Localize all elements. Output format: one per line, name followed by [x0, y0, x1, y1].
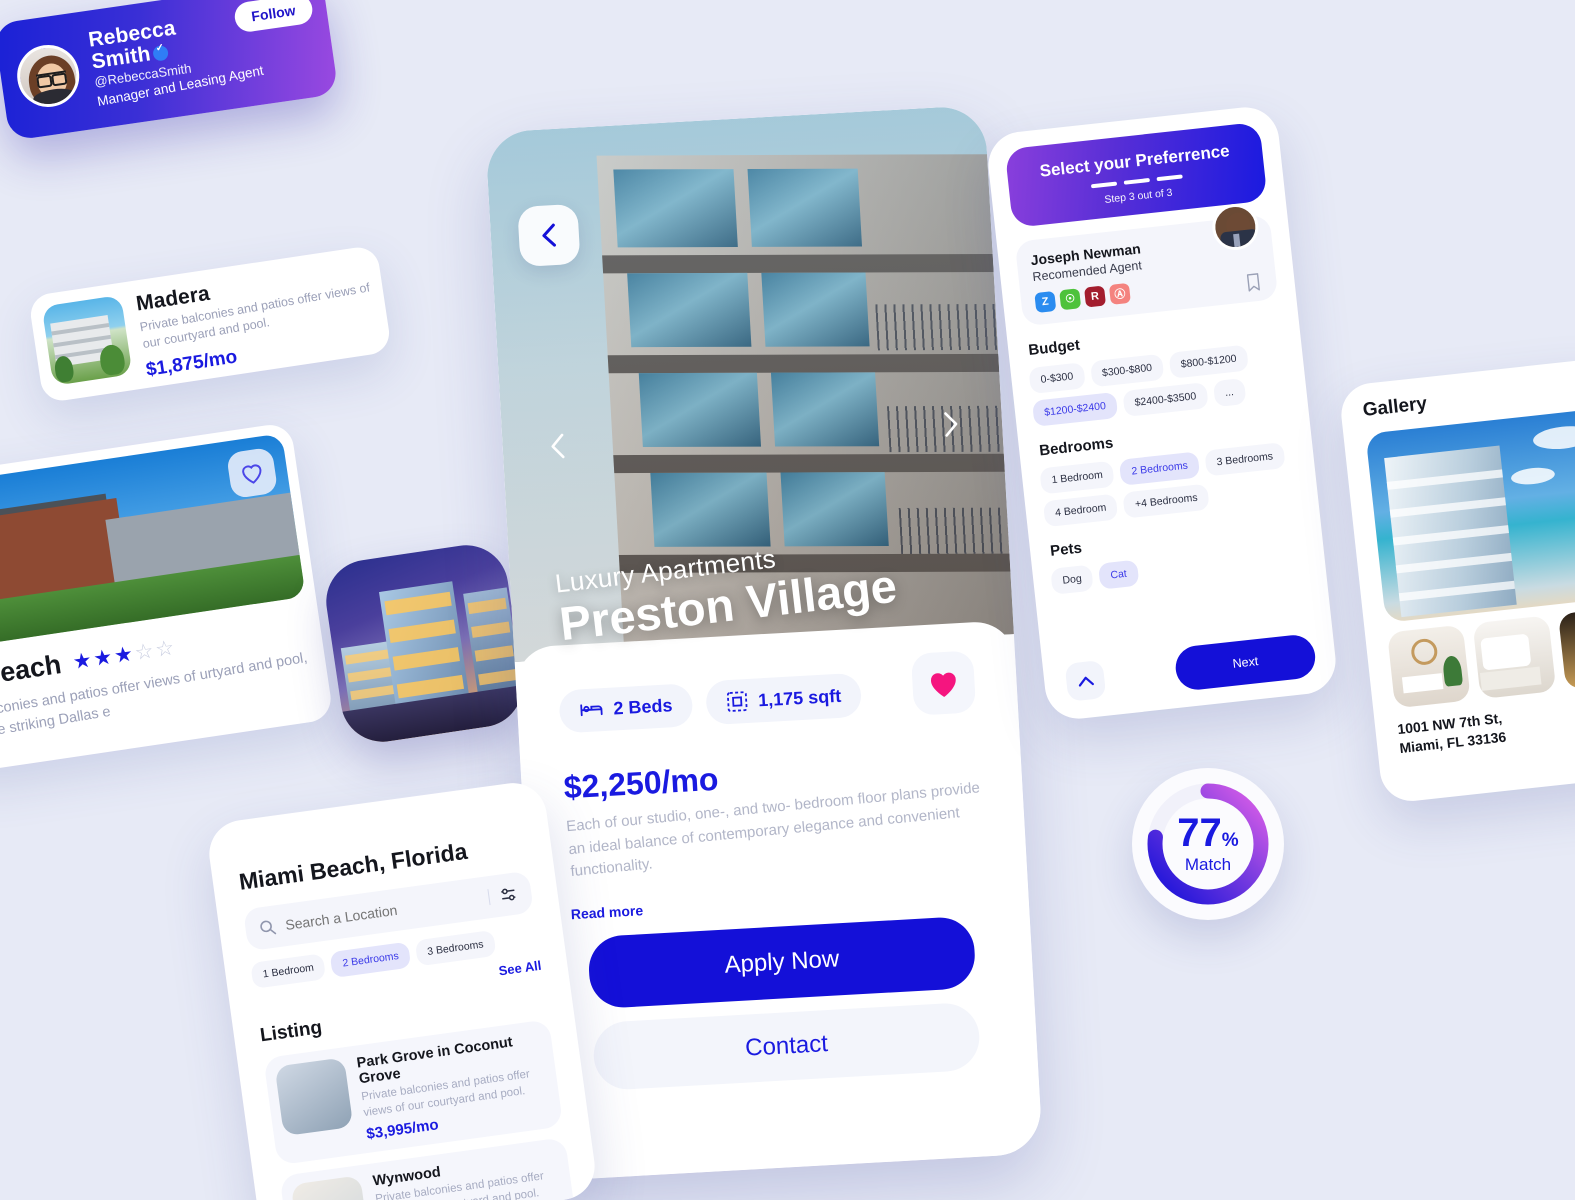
next-button[interactable]: Next	[1173, 633, 1318, 692]
budget-chip-3[interactable]: $1200-$2400	[1031, 391, 1119, 427]
preference-title: Select your Preferrence	[1038, 141, 1231, 181]
budget-chip-0[interactable]: 0-$300	[1028, 361, 1086, 394]
apply-now-button[interactable]: Apply Now	[587, 915, 977, 1009]
app-icon-tile[interactable]	[320, 539, 529, 748]
detail-sheet: 2 Beds 1,175 sqft $2,250/mo Each of our …	[513, 620, 1043, 1182]
search-bedroom-chip-0[interactable]: 1 Bedroom	[250, 953, 327, 989]
bed-icon	[580, 704, 603, 717]
search-input[interactable]	[284, 890, 480, 933]
chevron-right-icon	[944, 412, 958, 437]
match-ring-text: 77% Match	[1177, 813, 1238, 875]
listing-text: Park Grove in Coconut Grove Private balco…	[356, 1030, 552, 1142]
back-button[interactable]	[517, 203, 581, 267]
star-3[interactable]: ★	[112, 642, 134, 668]
star-1[interactable]: ★	[71, 649, 93, 675]
search-icon	[260, 920, 277, 935]
madera-listing-card[interactable]: Madera Private balconies and patios offe…	[27, 244, 393, 404]
step-text: Step 3 out of 3	[1103, 186, 1174, 206]
chevron-left-icon	[551, 433, 565, 459]
interior-thumb[interactable]	[1558, 605, 1575, 690]
beach-listing-card[interactable]: kBeach ★★★☆☆ e balconies and patios offe…	[0, 421, 334, 775]
bedroom-chip-2[interactable]: 3 Bedrooms	[1204, 441, 1286, 477]
listing-text: Wynwood Private balconies and patios offe…	[372, 1148, 566, 1200]
search-listing-phone: Miami Beach, Florida 1 Bedroom2 Bedrooms…	[205, 778, 599, 1200]
bedroom-thumb[interactable]	[1472, 615, 1557, 700]
heart-outline-icon[interactable]	[225, 446, 279, 500]
beach-title: kBeach	[0, 649, 64, 693]
gallery-hero-photo[interactable]	[1365, 408, 1575, 623]
carousel-prev-button[interactable]	[540, 428, 576, 464]
budget-chip-1[interactable]: $300-$800	[1089, 353, 1165, 387]
bedroom-chip-0[interactable]: 1 Bedroom	[1039, 460, 1115, 494]
match-ring-widget: 77% Match	[1132, 768, 1284, 920]
trulia-badge[interactable]: ☉	[1059, 287, 1082, 310]
app-showcase-canvas: Rebecca Smith @RebeccaSmith Manager and …	[0, 0, 1575, 1200]
area-icon	[726, 691, 748, 712]
bookmark-icon[interactable]	[1245, 272, 1261, 292]
bedroom-chip-3[interactable]: 4 Bedroom	[1042, 492, 1119, 527]
agent-profile-card: Rebecca Smith @RebeccaSmith Manager and …	[0, 0, 339, 142]
match-value: 77	[1177, 811, 1222, 855]
carousel-next-button[interactable]	[933, 406, 969, 442]
bedroom-chip-1[interactable]: 2 Bedrooms	[1119, 450, 1201, 486]
bedroom-chip-4[interactable]: +4 Bedrooms	[1122, 483, 1210, 519]
budget-chip-4[interactable]: $2400-$3500	[1122, 381, 1209, 417]
match-label: Match	[1184, 855, 1232, 874]
verified-badge-icon	[152, 44, 170, 62]
budget-chip-2[interactable]: $800-$1200	[1168, 344, 1249, 379]
read-more-link[interactable]: Read more	[570, 902, 643, 922]
pet-chip-1[interactable]: Cat	[1098, 559, 1140, 590]
collapse-button[interactable]	[1064, 659, 1107, 702]
star-2[interactable]: ★	[92, 645, 114, 671]
recommended-agent-card[interactable]: Joseph Newman Recomended Agent Z ☉ R Ⓐ	[1014, 201, 1279, 326]
area-label: 1,175 sqft	[757, 685, 842, 710]
star-4[interactable]: ☆	[133, 639, 155, 665]
search-bedroom-chip-2[interactable]: 3 Bedrooms	[414, 929, 497, 967]
madera-text: Madera Private balconies and patios offe…	[135, 258, 380, 381]
beach-photo	[0, 433, 306, 650]
beds-label: 2 Beds	[612, 694, 673, 718]
listing-thumbnail	[274, 1057, 354, 1137]
percent-symbol: %	[1221, 830, 1239, 851]
chevron-left-icon	[542, 223, 556, 247]
rating-stars: ★ ★ ★ ☆ ☆	[71, 636, 176, 675]
heart-filled-icon[interactable]	[910, 650, 977, 716]
realtor-badge[interactable]: R	[1083, 285, 1106, 308]
listing-thumbnail	[290, 1174, 370, 1200]
search-bedroom-chip-1[interactable]: 2 Bedrooms	[329, 941, 412, 979]
avatar	[13, 40, 84, 112]
listing-items: Park Grove in Coconut Grove Private balco…	[263, 1019, 577, 1200]
filter-icon[interactable]	[487, 885, 519, 906]
contact-button[interactable]: Contact	[591, 1001, 982, 1091]
pet-chip-0[interactable]: Dog	[1050, 564, 1094, 595]
area-chip[interactable]: 1,175 sqft	[705, 672, 863, 726]
budget-chip-5[interactable]: ...	[1212, 377, 1247, 407]
chevron-up-icon	[1078, 676, 1094, 687]
bathroom-thumb[interactable]	[1387, 624, 1471, 709]
beds-chip[interactable]: 2 Beds	[558, 682, 694, 733]
gallery-thumbs	[1387, 604, 1575, 709]
airbnb-badge[interactable]: Ⓐ	[1108, 282, 1131, 305]
zillow-badge[interactable]: Z	[1034, 290, 1057, 313]
madera-thumbnail	[41, 294, 133, 386]
preference-phone: Select your Preferrence Step 3 out of 3 …	[984, 103, 1340, 723]
gallery-phone: Gallery 1001 NW 7th St, Miami, FL 33136	[1338, 355, 1575, 805]
star-5[interactable]: ☆	[154, 636, 176, 662]
hero-photo: Luxury Apartments Preston Village	[485, 104, 1014, 662]
